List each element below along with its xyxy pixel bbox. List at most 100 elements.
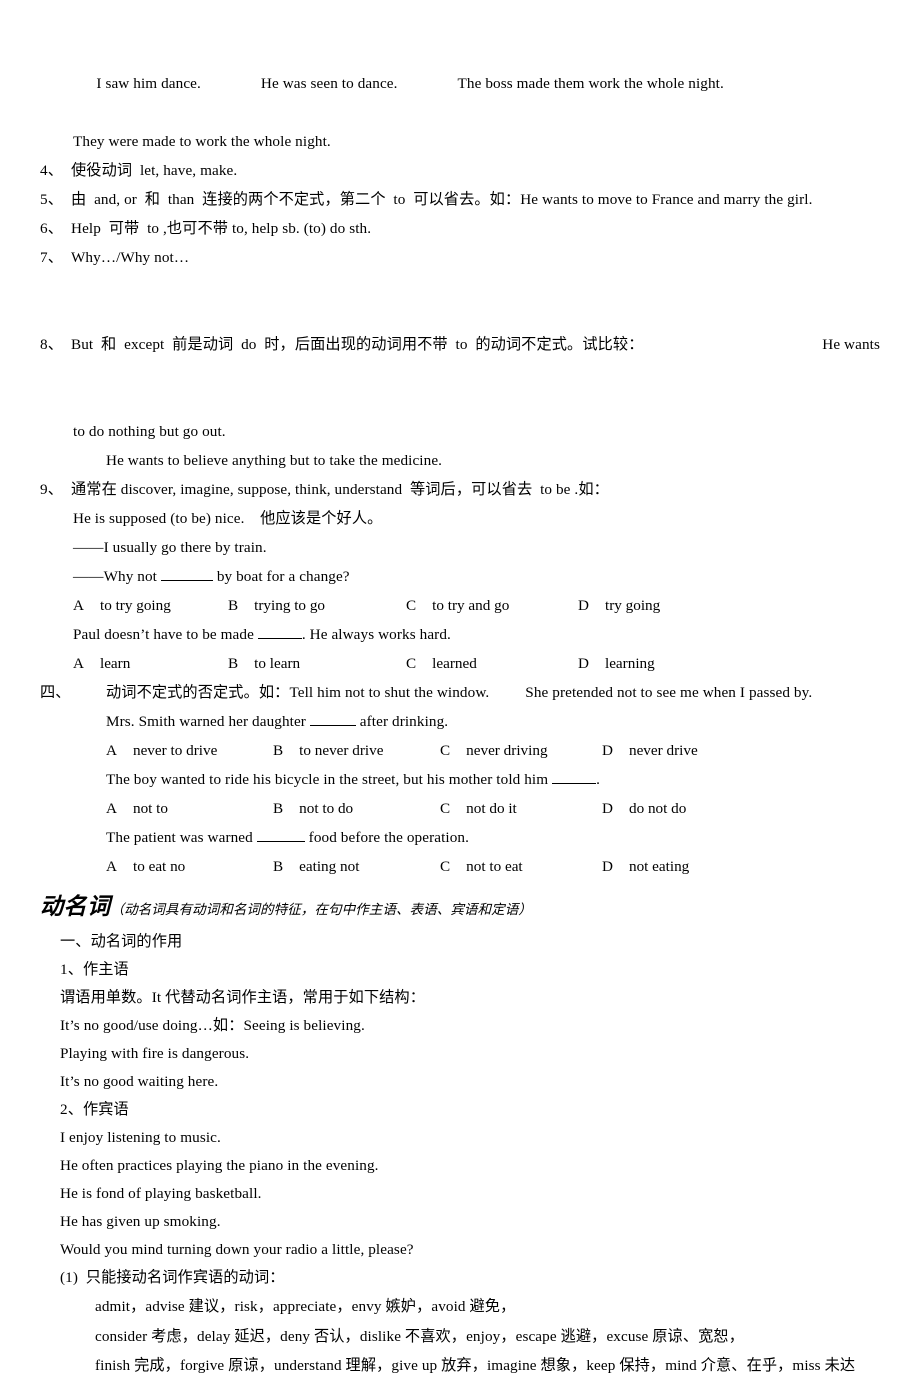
- gerund-subject-line-1: 谓语用单数。It 代替动名词作主语，常用于如下结构：: [60, 989, 425, 1006]
- section-four-q2-options: Anot to Bnot to do Cnot do it Ddo not do: [106, 794, 880, 823]
- list-item-4: 4、 使役动词 let, have, make.: [40, 156, 880, 185]
- question2-stem: Paul doesn’t have to be made . He always…: [73, 620, 880, 649]
- list-number-4: 4、: [40, 162, 63, 179]
- list-text-8: But 和 except 前是动词 do 时，后面出现的动词用不带 to 的动词…: [71, 336, 644, 353]
- option-letter: A: [73, 655, 84, 672]
- option-c[interactable]: Cnever driving: [440, 736, 602, 765]
- option-d[interactable]: Dlearning: [578, 649, 655, 678]
- option-b[interactable]: Bnot to do: [273, 794, 440, 823]
- option-c[interactable]: Cto try and go: [406, 591, 578, 620]
- option-text: trying to go: [254, 597, 326, 614]
- option-text: never drive: [628, 742, 698, 759]
- option-letter: B: [273, 742, 284, 759]
- gerund-verb-list-line-3: finish 完成，forgive 原谅，understand 理解，give …: [95, 1357, 856, 1374]
- question2-stem-pre: Paul doesn’t have to be made: [73, 626, 254, 643]
- option-text: learn: [99, 655, 131, 672]
- list-text-9: 通常在 discover, imagine, suppose, think, u…: [71, 481, 609, 498]
- gerund-object-line-3: He is fond of playing basketball.: [60, 1185, 262, 1202]
- option-a[interactable]: Ato try going: [73, 591, 228, 620]
- q2-stem-post: .: [596, 771, 600, 788]
- list-item-9-cont1: He is supposed (to be) nice. 他应该是个好人。: [73, 510, 383, 527]
- option-text: to eat no: [132, 858, 186, 875]
- option-letter: B: [273, 858, 284, 875]
- option-a[interactable]: Anot to: [106, 794, 273, 823]
- question2-stem-post: . He always works hard.: [301, 626, 451, 643]
- option-text: to try going: [99, 597, 171, 614]
- list-item-9: 9、 通常在 discover, imagine, suppose, think,…: [40, 475, 880, 504]
- answer-blank[interactable]: [309, 711, 356, 726]
- answer-blank[interactable]: [256, 827, 305, 842]
- option-d[interactable]: Dnot eating: [602, 852, 689, 881]
- option-letter: D: [578, 655, 589, 672]
- q3-stem-pre: The patient was warned: [106, 829, 253, 846]
- option-text: try going: [604, 597, 661, 614]
- option-a[interactable]: Alearn: [73, 649, 228, 678]
- question1-options: Ato try going Btrying to go Cto try and go…: [73, 591, 880, 620]
- answer-blank[interactable]: [160, 566, 213, 581]
- list-number-9: 9、: [40, 481, 63, 498]
- option-a[interactable]: Anever to drive: [106, 736, 273, 765]
- option-c[interactable]: Clearned: [406, 649, 578, 678]
- option-b[interactable]: Btrying to go: [228, 591, 406, 620]
- option-b[interactable]: Beating not: [273, 852, 440, 881]
- option-text: not to do: [299, 800, 354, 817]
- option-letter: D: [602, 742, 613, 759]
- option-d[interactable]: Dtry going: [578, 591, 660, 620]
- option-text: to try and go: [432, 597, 510, 614]
- option-text: to learn: [254, 655, 301, 672]
- option-b[interactable]: Bto learn: [228, 649, 406, 678]
- gerund-object-line-5: Would you mind turning down your radio a…: [60, 1241, 414, 1258]
- option-c[interactable]: Cnot do it: [440, 794, 602, 823]
- gerund-object-line-1: I enjoy listening to music.: [60, 1129, 221, 1146]
- section-four-q1-stem: Mrs. Smith warned her daughter after dri…: [106, 707, 880, 736]
- gerund-sub-heading-1: 一、动名词的作用: [60, 933, 183, 950]
- q3-stem-post: food before the operation.: [308, 829, 469, 846]
- section-four-heading: 四、 动词不定式的否定式。如：Tell him not to shut the w…: [40, 678, 880, 707]
- list-item-7: 7、 Why…/Why not…: [40, 243, 880, 272]
- gerund-section-heading: 动名词（动名词具有动词和名词的特征，在句中作主语、表语、宾语和定语）: [40, 891, 880, 926]
- dialogue-line-b-pre: ——Why not: [73, 568, 158, 585]
- gerund-verb-list-line-1: admit，advise 建议，risk，appreciate，envy 嫉妒，…: [95, 1298, 516, 1315]
- option-text: never to drive: [132, 742, 218, 759]
- example-made-to-work: They were made to work the whole night.: [73, 133, 331, 150]
- q2-stem-pre: The boy wanted to ride his bicycle in th…: [106, 771, 549, 788]
- example-boss-made-them-work: The boss made them work the whole night.: [457, 75, 724, 92]
- gerund-verb-list-label: (1) 只能接动名词作宾语的动词：: [60, 1269, 285, 1286]
- option-letter: A: [106, 800, 117, 817]
- list-item-5: 5、由 and, or 和 than 连接的两个不定式，第二个 to 可以省去。…: [40, 185, 880, 214]
- list-item-8: 8、 But 和 except 前是动词 do 时，后面出现的动词用不带 to 的…: [40, 272, 880, 417]
- dialogue-line-a: ——I usually go there by train.: [73, 539, 267, 556]
- list-item-8-tail: He wants: [822, 336, 880, 353]
- option-b[interactable]: Bto never drive: [273, 736, 440, 765]
- option-letter: D: [602, 858, 613, 875]
- example-saw-him-dance: I saw him dance.: [96, 75, 201, 92]
- q1-stem-pre: Mrs. Smith warned her daughter: [106, 713, 306, 730]
- option-text: do not do: [628, 800, 687, 817]
- gerund-verb-list-line-2: consider 考虑，delay 延迟，deny 否认，dislike 不喜欢…: [95, 1327, 744, 1345]
- option-letter: C: [440, 800, 451, 817]
- option-d[interactable]: Dnever drive: [602, 736, 698, 765]
- answer-blank[interactable]: [257, 624, 302, 639]
- option-c[interactable]: Cnot to eat: [440, 852, 602, 881]
- option-d[interactable]: Ddo not do: [602, 794, 686, 823]
- option-text: learning: [604, 655, 655, 672]
- option-letter: D: [602, 800, 613, 817]
- option-text: never driving: [466, 742, 548, 759]
- list-item-8-main: 8、 But 和 except 前是动词 do 时，后面出现的动词用不带 to 的…: [40, 330, 643, 359]
- section-four-q2-stem: The boy wanted to ride his bicycle in th…: [106, 765, 880, 794]
- option-a[interactable]: Ato eat no: [106, 852, 273, 881]
- section-four-q1-options: Anever to drive Bto never drive Cnever dri…: [106, 736, 880, 765]
- gerund-sub-heading-1-2: 2、作宾语: [60, 1101, 129, 1118]
- option-letter: C: [440, 858, 451, 875]
- section-four-q3-options: Ato eat no Beating not Cnot to eat Dnot eat…: [106, 852, 880, 881]
- list-number-7: 7、: [40, 249, 63, 266]
- list-text-7: Why…/Why not…: [71, 249, 190, 266]
- answer-blank[interactable]: [552, 769, 597, 784]
- list-text-5: 由 and, or 和 than 连接的两个不定式，第二个 to 可以省去。如：…: [71, 191, 813, 208]
- option-letter: B: [228, 655, 239, 672]
- option-letter: A: [73, 597, 84, 614]
- section-four-title: 动词不定式的否定式。如：Tell him not to shut the win…: [106, 684, 490, 701]
- example-seen-to-dance: He was seen to dance.: [260, 75, 398, 92]
- gerund-subject-line-4: It’s no good waiting here.: [60, 1073, 219, 1090]
- option-letter: C: [406, 597, 417, 614]
